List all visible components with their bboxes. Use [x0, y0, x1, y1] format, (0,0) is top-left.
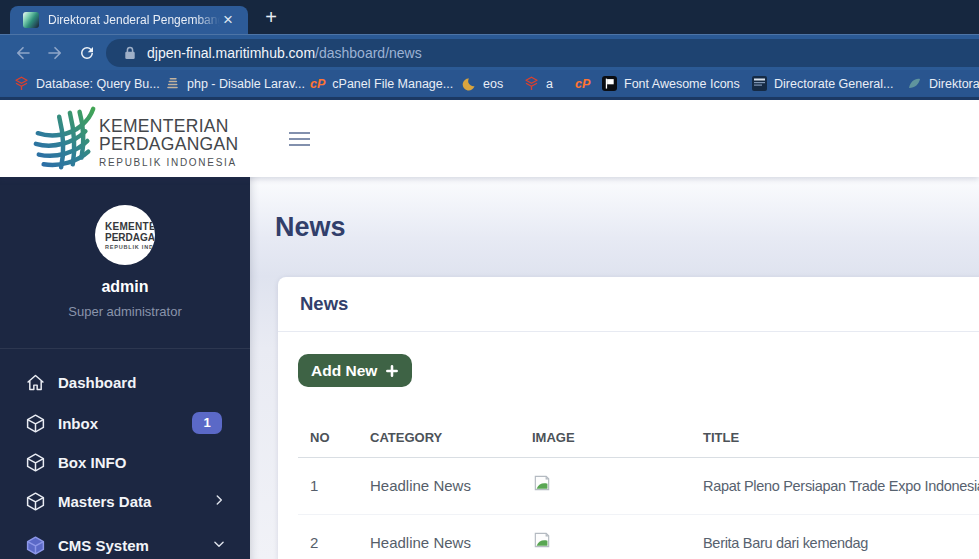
bookmark-direktora[interactable]: Direktora	[907, 70, 979, 97]
url-text: djpen-final.maritimhub.com/dashboard/new…	[147, 45, 422, 61]
bookmark-eos[interactable]: eos	[460, 70, 503, 97]
app-header: KEMENTERIAN PERDAGANGAN REPUBLIK INDONES…	[0, 100, 979, 177]
bookmark-cpanel-2[interactable]: cP	[575, 70, 597, 97]
cube-icon	[25, 452, 46, 473]
broken-image-icon	[532, 473, 552, 493]
sidebar-toggle-button[interactable]	[289, 132, 310, 146]
reload-icon[interactable]	[78, 44, 96, 62]
chevron-right-icon	[212, 493, 226, 507]
stack-icon	[165, 76, 180, 91]
card-body: Add New NO CATEGORY IMAGE TITLE 1 Headli…	[278, 332, 979, 559]
inbox-badge: 1	[192, 412, 222, 434]
sidebar-item-dashboard[interactable]: Dashboard	[0, 362, 250, 402]
sidebar-item-cms-system[interactable]: CMS System	[0, 525, 250, 559]
broken-image-icon	[532, 530, 552, 550]
browser-tab[interactable]: Direktorat Jenderal Pengembang ×	[10, 6, 248, 34]
bookmarks-bar: Database: Query Bu... php - Disable Lara…	[0, 70, 979, 97]
tab-close-icon[interactable]: ×	[220, 12, 236, 28]
page-title: News	[275, 212, 346, 243]
tab-favicon-icon	[23, 12, 39, 28]
home-icon	[25, 372, 46, 393]
cube-icon	[25, 491, 46, 512]
table-row[interactable]: 1 Headline News Rapat Pleno Persiapan Tr…	[298, 458, 979, 515]
avatar: KEMENTE PERDAGAN REPUBLIK IND	[95, 205, 155, 265]
col-header-no: NO	[298, 414, 358, 458]
col-header-category: CATEGORY	[358, 414, 520, 458]
card-title: News	[300, 293, 348, 315]
moon-icon	[460, 77, 476, 91]
kemendag-logo	[30, 106, 100, 174]
table-row[interactable]: 2 Headline News Berita Baru dari kemenda…	[298, 515, 979, 559]
browser-toolbar: djpen-final.maritimhub.com/dashboard/new…	[0, 34, 979, 70]
bookmark-database[interactable]: Database: Query Bu...	[14, 70, 160, 97]
bookmark-a[interactable]: a	[524, 70, 553, 97]
sidebar-item-inbox[interactable]: Inbox 1	[0, 403, 250, 443]
content-area: News News Add New NO CATEGORY IMAGE TITL…	[250, 177, 979, 559]
window-icon	[752, 76, 767, 91]
bookmark-cpanel[interactable]: cPcPanel File Manage...	[310, 70, 453, 97]
bookmark-php[interactable]: php - Disable Larav...	[165, 70, 305, 97]
sidebar: KEMENTE PERDAGAN REPUBLIK IND admin Supe…	[0, 177, 250, 559]
username: admin	[0, 278, 250, 296]
cpanel-icon: cP	[310, 77, 325, 91]
leaf-icon	[907, 76, 922, 91]
laravel-icon	[524, 76, 539, 91]
col-header-title: TITLE	[691, 414, 979, 458]
user-role: Super administrator	[0, 304, 250, 319]
bookmark-directorate[interactable]: Directorate General...	[752, 70, 894, 97]
laravel-icon	[14, 76, 29, 91]
brand-text: KEMENTERIAN PERDAGANGAN REPUBLIK INDONES…	[99, 117, 238, 168]
bookmark-fontawesome[interactable]: Font Awesome Icons	[602, 70, 740, 97]
news-card: News Add New NO CATEGORY IMAGE TITLE 1	[278, 277, 979, 559]
flag-icon	[602, 76, 617, 91]
card-header: News	[278, 277, 979, 332]
news-table: NO CATEGORY IMAGE TITLE 1 Headline News …	[298, 414, 979, 559]
cube-icon	[25, 413, 46, 434]
back-icon[interactable]	[14, 44, 32, 62]
address-bar[interactable]: djpen-final.maritimhub.com/dashboard/new…	[106, 39, 979, 67]
new-tab-button[interactable]: +	[260, 7, 282, 29]
browser-tab-bar: Direktorat Jenderal Pengembang × +	[0, 0, 979, 34]
sidebar-item-masters-data[interactable]: Masters Data	[0, 481, 250, 521]
lock-icon[interactable]	[124, 46, 136, 60]
sidebar-divider	[0, 348, 250, 349]
forward-icon[interactable]	[46, 44, 64, 62]
sidebar-item-box-info[interactable]: Box INFO	[0, 442, 250, 482]
add-new-button[interactable]: Add New	[298, 354, 412, 387]
chevron-down-icon	[212, 537, 226, 551]
cpanel-icon: cP	[575, 77, 590, 91]
col-header-image: IMAGE	[520, 414, 691, 458]
cube-icon-active	[25, 535, 46, 556]
tab-title: Direktorat Jenderal Pengembang	[48, 13, 220, 27]
plus-icon	[385, 364, 399, 378]
